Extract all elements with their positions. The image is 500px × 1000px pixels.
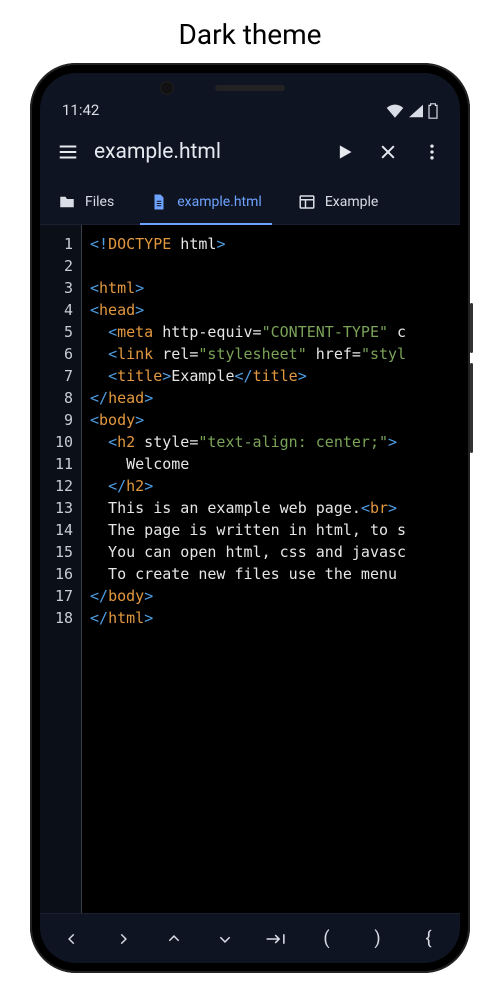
line-number: 11: [40, 453, 73, 475]
play-icon: [334, 142, 354, 162]
key-right[interactable]: [97, 920, 148, 958]
preview-icon: [298, 193, 316, 211]
key-lparen[interactable]: (: [301, 920, 352, 958]
key-left[interactable]: [46, 920, 97, 958]
line-number: 17: [40, 585, 73, 607]
code-line[interactable]: </h2>: [90, 475, 460, 497]
line-number: 4: [40, 299, 73, 321]
key-rparen[interactable]: ): [352, 920, 403, 958]
line-number: 13: [40, 497, 73, 519]
line-number: 18: [40, 607, 73, 629]
code-line[interactable]: </html>: [90, 607, 460, 629]
code-line[interactable]: <title>Example</title>: [90, 365, 460, 387]
signal-icon: [408, 104, 424, 118]
key-up[interactable]: [148, 920, 199, 958]
file-icon: [150, 193, 168, 211]
line-number: 5: [40, 321, 73, 343]
status-time: 11:42: [62, 101, 99, 119]
phone-screen: 11:42 example.html Filesexample.htmlExam: [40, 73, 460, 963]
tab-label: Example: [325, 194, 378, 210]
code-line[interactable]: [90, 255, 460, 277]
run-button[interactable]: [322, 130, 366, 174]
key-down[interactable]: [199, 920, 250, 958]
menu-icon: [57, 141, 79, 163]
app-title: example.html: [90, 140, 322, 164]
phone-frame: 11:42 example.html Filesexample.htmlExam: [30, 63, 470, 973]
line-number: 3: [40, 277, 73, 299]
more-vert-icon: [422, 142, 442, 162]
code-line[interactable]: </head>: [90, 387, 460, 409]
line-number: 15: [40, 541, 73, 563]
line-number: 8: [40, 387, 73, 409]
close-button[interactable]: [366, 130, 410, 174]
code-line[interactable]: This is an example web page.<br>: [90, 497, 460, 519]
line-number: 1: [40, 233, 73, 255]
line-number: 16: [40, 563, 73, 585]
tabs: Files example.html Example: [40, 179, 460, 225]
key-tab[interactable]: [250, 920, 301, 958]
phone-speaker: [215, 85, 285, 91]
folder-icon: [58, 193, 76, 211]
code-line[interactable]: To create new files use the menu: [90, 563, 460, 585]
close-icon: [378, 142, 398, 162]
phone-camera: [160, 81, 174, 95]
tab-preview[interactable]: Example: [280, 179, 396, 224]
code-line[interactable]: Welcome: [90, 453, 460, 475]
code-line[interactable]: The page is written in html, to s: [90, 519, 460, 541]
app-bar: example.html: [40, 125, 460, 179]
line-number: 12: [40, 475, 73, 497]
code-line[interactable]: </body>: [90, 585, 460, 607]
tab-example[interactable]: example.html: [132, 179, 280, 224]
code-editor[interactable]: 123456789101112131415161718 <!DOCTYPE ht…: [40, 225, 460, 913]
line-number: 14: [40, 519, 73, 541]
wifi-icon: [386, 104, 404, 118]
more-button[interactable]: [410, 130, 454, 174]
phone-side-button: [470, 303, 473, 353]
tab-label: Files: [85, 194, 114, 210]
code-line[interactable]: <head>: [90, 299, 460, 321]
code-line[interactable]: <!DOCTYPE html>: [90, 233, 460, 255]
line-number: 9: [40, 409, 73, 431]
tab-label: example.html: [177, 194, 262, 210]
code-line[interactable]: You can open html, css and javasc: [90, 541, 460, 563]
line-number: 10: [40, 431, 73, 453]
battery-icon: [428, 103, 438, 119]
status-icons: [386, 103, 438, 119]
status-bar: 11:42: [40, 73, 460, 125]
line-gutter: 123456789101112131415161718: [40, 225, 82, 913]
code-line[interactable]: <html>: [90, 277, 460, 299]
phone-side-button: [470, 363, 473, 453]
code-area[interactable]: <!DOCTYPE html> <html><head> <meta http-e…: [82, 225, 460, 913]
code-line[interactable]: <body>: [90, 409, 460, 431]
menu-button[interactable]: [46, 130, 90, 174]
code-line[interactable]: <meta http-equiv="CONTENT-TYPE" c: [90, 321, 460, 343]
tab-files[interactable]: Files: [40, 179, 132, 224]
code-line[interactable]: <link rel="stylesheet" href="styl: [90, 343, 460, 365]
code-line[interactable]: <h2 style="text-align: center;">: [90, 431, 460, 453]
page-caption: Dark theme: [178, 18, 321, 51]
line-number: 7: [40, 365, 73, 387]
line-number: 6: [40, 343, 73, 365]
symbol-toolbar: (){: [40, 913, 460, 963]
line-number: 2: [40, 255, 73, 277]
key-lbrace[interactable]: {: [403, 920, 454, 958]
